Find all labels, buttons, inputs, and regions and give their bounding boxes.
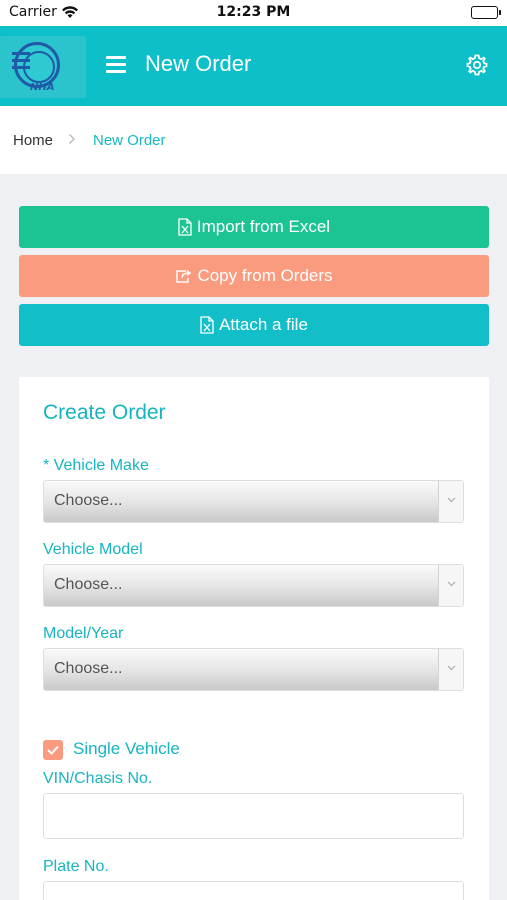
card-title: Create Order bbox=[43, 401, 166, 424]
excel-icon bbox=[200, 316, 214, 334]
clock-time: 12:23 PM bbox=[216, 4, 291, 20]
model-year-label: Model/Year bbox=[43, 625, 124, 642]
breadcrumb-current: New Order bbox=[93, 132, 166, 149]
plate-label: Plate No. bbox=[43, 858, 109, 875]
vehicle-make-label: * Vehicle Make bbox=[43, 457, 149, 474]
attach-file-button[interactable]: Attach a file bbox=[19, 304, 489, 346]
menu-icon[interactable] bbox=[106, 56, 126, 73]
checkmark-icon bbox=[47, 745, 59, 755]
status-bar: Carrier 12:23 PM bbox=[0, 0, 507, 26]
vin-label: VIN/Chasis No. bbox=[43, 770, 153, 787]
dropdown-arrow-icon bbox=[438, 649, 463, 690]
import-from-excel-button[interactable]: Import from Excel bbox=[19, 206, 489, 248]
attach-button-label: Attach a file bbox=[219, 315, 308, 334]
create-order-card: Create Order * Vehicle Make Choose... Ve… bbox=[19, 377, 489, 900]
vehicle-model-value: Choose... bbox=[54, 576, 123, 593]
vehicle-make-value: Choose... bbox=[54, 492, 123, 509]
breadcrumb-home[interactable]: Home bbox=[13, 132, 53, 149]
vin-input[interactable] bbox=[43, 793, 464, 839]
copy-button-label: Copy from Orders bbox=[197, 266, 333, 285]
app-header: NHA New Order bbox=[0, 26, 507, 106]
model-year-select[interactable]: Choose... bbox=[43, 648, 464, 691]
breadcrumb: Home New Order bbox=[0, 106, 507, 174]
chevron-right-icon bbox=[68, 132, 76, 148]
dropdown-arrow-icon bbox=[438, 481, 463, 522]
single-vehicle-checkbox[interactable] bbox=[43, 740, 63, 760]
import-button-label: Import from Excel bbox=[196, 217, 331, 236]
plate-input[interactable] bbox=[43, 881, 464, 900]
logo-text: NHA bbox=[30, 82, 55, 93]
dropdown-arrow-icon bbox=[438, 565, 463, 606]
gear-icon[interactable] bbox=[465, 53, 489, 77]
company-logo: NHA bbox=[0, 36, 86, 98]
vehicle-make-select[interactable]: Choose... bbox=[43, 480, 464, 523]
page-title: New Order bbox=[145, 51, 252, 76]
model-year-value: Choose... bbox=[54, 660, 123, 677]
excel-icon bbox=[178, 218, 192, 236]
battery-icon bbox=[471, 6, 501, 19]
share-icon bbox=[175, 269, 192, 284]
vehicle-model-select[interactable]: Choose... bbox=[43, 564, 464, 607]
vehicle-model-label: Vehicle Model bbox=[43, 541, 143, 558]
copy-from-orders-button[interactable]: Copy from Orders bbox=[19, 255, 489, 297]
single-vehicle-label[interactable]: Single Vehicle bbox=[73, 739, 180, 759]
